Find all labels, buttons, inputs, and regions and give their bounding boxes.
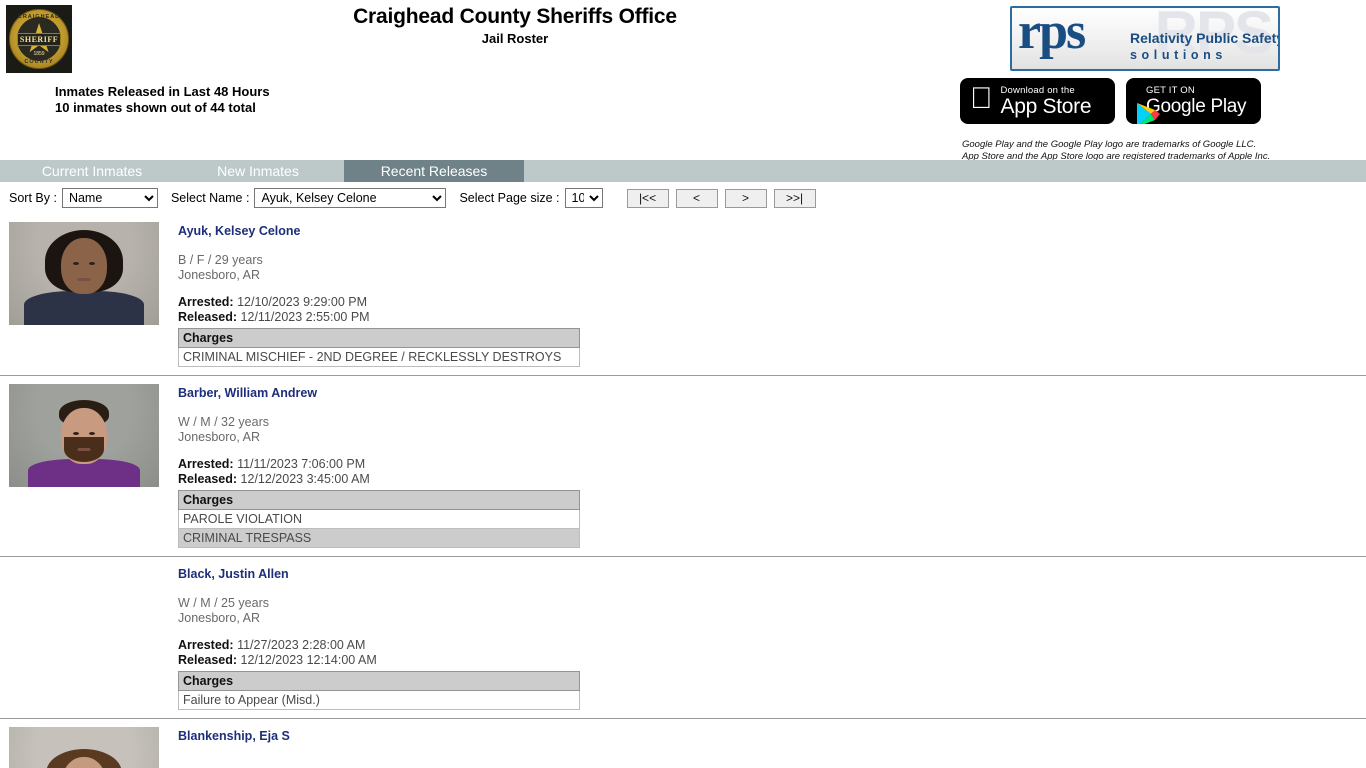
inmate-details: Black, Justin Allen W / M / 25 years Jones… (170, 565, 1366, 710)
sort-by-select[interactable]: Name (61, 188, 158, 208)
inmate-roster-list: Ayuk, Kelsey Celone B / F / 29 years Jones… (0, 214, 1366, 768)
trademark-notice: Google Play and the Google Play logo are… (962, 139, 1270, 162)
badge-center-text: SHERIFF (16, 32, 62, 46)
first-page-button[interactable]: |<< (626, 188, 669, 208)
roster-controls: Sort By : Name Select Name : Ayuk, Kelse… (0, 182, 1366, 214)
inmate-mugshot-placeholder (9, 565, 159, 668)
sort-by-label: Sort By : (9, 191, 57, 205)
arrested-value: 12/10/2023 9:29:00 PM (237, 295, 368, 309)
charge-row: Failure to Appear (Misd.) (178, 690, 580, 710)
select-name-label: Select Name : (170, 191, 250, 205)
roster-summary: Inmates Released in Last 48 Hours 10 inm… (55, 84, 270, 116)
tab-new-inmates[interactable]: New Inmates (178, 160, 338, 182)
charges-column-header: Charges (178, 328, 580, 348)
inmate-photo-cell (0, 565, 170, 710)
charge-description: CRIMINAL TRESPASS (178, 528, 580, 548)
inmate-mugshot[interactable] (9, 222, 159, 325)
arrested-label: Arrested: (178, 638, 234, 652)
tab-recent-releases[interactable]: Recent Releases (344, 160, 524, 182)
inmate-record: Black, Justin Allen W / M / 25 years Jones… (0, 557, 1366, 719)
select-name-select[interactable]: Ayuk, Kelsey Celone (254, 188, 447, 208)
inmate-details: Barber, William Andrew W / M / 32 years Jo… (170, 384, 1366, 548)
inmate-city: Jonesboro, AR (178, 268, 260, 282)
released-value: 12/12/2023 12:14:00 AM (240, 652, 377, 667)
summary-line-1: Inmates Released in Last 48 Hours (55, 84, 270, 99)
inmate-name-link[interactable]: Black, Justin Allen (178, 567, 289, 581)
rps-wordmark: rps (1018, 6, 1086, 60)
inmate-city: Jonesboro, AR (178, 430, 260, 444)
inmate-details: Ayuk, Kelsey Celone B / F / 29 years Jones… (170, 222, 1366, 367)
charge-row: PAROLE VIOLATION (178, 509, 580, 529)
charges-column-header: Charges (178, 490, 580, 510)
google-play-small-label: GET IT ON (1146, 85, 1195, 96)
page-subtitle: Jail Roster (481, 31, 549, 46)
inmate-photo-cell (0, 727, 170, 768)
inmate-photo-cell (0, 222, 170, 367)
prev-page-button[interactable]: < (675, 188, 718, 208)
inmate-record: Barber, William Andrew W / M / 32 years Jo… (0, 376, 1366, 557)
summary-line-2: 10 inmates shown out of 44 total (55, 100, 256, 115)
arrested-label: Arrested: (178, 295, 234, 309)
inmate-dates: Arrested: 11/27/2023 2:28:00 AM Released:… (178, 638, 1366, 667)
app-store-large-label: App Store (978, 94, 1092, 118)
released-label: Released: (178, 652, 238, 667)
inmate-name-link[interactable]: Barber, William Andrew (178, 386, 317, 400)
page-header: CRAIGHEAD COUNTY ★ SHERIFF 1859 Craighea… (0, 0, 1366, 162)
rps-tagline-1: Relativity Public Safety (1130, 30, 1280, 46)
inmate-record: Blankenship, Eja S (0, 719, 1366, 768)
charge-row: CRIMINAL MISCHIEF - 2ND DEGREE / RECKLES… (178, 347, 580, 367)
released-label: Released: (178, 471, 238, 486)
last-page-button[interactable]: >>| (773, 188, 816, 208)
app-store-button[interactable]:  Download on the App Store (960, 78, 1115, 124)
tab-bar: Current Inmates New Inmates Recent Relea… (0, 160, 1366, 182)
inmate-mugshot[interactable] (9, 727, 159, 768)
inmate-photo-cell (0, 384, 170, 548)
inmate-dates: Arrested: 11/11/2023 7:06:00 PM Released:… (178, 457, 1366, 486)
inmate-dates: Arrested: 12/10/2023 9:29:00 PM Released:… (178, 295, 1366, 324)
inmate-mugshot[interactable] (9, 384, 159, 487)
released-value: 12/12/2023 3:45:00 AM (240, 471, 370, 486)
arrested-value: 11/11/2023 7:06:00 PM (237, 457, 366, 471)
charges-table: Charges CRIMINAL MISCHIEF - 2ND DEGREE / … (178, 328, 580, 367)
rps-logo[interactable]: RPS rps Relativity Public Safety solutio… (1010, 6, 1280, 71)
charge-description: Failure to Appear (Misd.) (178, 690, 580, 710)
page-size-select[interactable]: 10 (564, 188, 603, 208)
badge-year: 1859 (33, 51, 45, 57)
rps-tagline-2: solutions (1130, 48, 1227, 62)
tab-current-inmates[interactable]: Current Inmates (12, 160, 172, 182)
next-page-button[interactable]: > (724, 188, 767, 208)
arrested-value: 11/27/2023 2:28:00 AM (237, 638, 366, 652)
inmate-demographics: B / F / 29 years Jonesboro, AR (178, 253, 263, 282)
inmate-demographics: W / M / 32 years Jonesboro, AR (178, 415, 269, 444)
apple-icon:  (970, 84, 993, 114)
page-size-label: Select Page size : (459, 191, 560, 205)
inmate-record: Ayuk, Kelsey Celone B / F / 29 years Jones… (0, 214, 1366, 376)
released-label: Released: (178, 309, 238, 324)
charges-table: Charges Failure to Appear (Misd.) (178, 671, 580, 710)
inmate-details: Blankenship, Eja S (170, 727, 1366, 768)
charge-description: CRIMINAL MISCHIEF - 2ND DEGREE / RECKLES… (178, 347, 580, 367)
released-value: 12/11/2023 2:55:00 PM (240, 309, 370, 324)
inmate-city: Jonesboro, AR (178, 611, 260, 625)
charges-table: Charges PAROLE VIOLATION CRIMINAL TRESPASS (178, 490, 580, 548)
charges-column-header: Charges (178, 671, 580, 691)
arrested-label: Arrested: (178, 457, 234, 471)
title-block: Craighead County Sheriffs Office Jail Ro… (0, 4, 1030, 47)
trademark-line-1: Google Play and the Google Play logo are… (962, 139, 1257, 150)
charge-row: CRIMINAL TRESPASS (178, 528, 580, 548)
google-play-large-label: Google Play (1146, 96, 1247, 117)
inmate-demographics: W / M / 25 years Jonesboro, AR (178, 596, 269, 625)
google-play-button[interactable]: GET IT ON Google Play (1126, 78, 1261, 124)
page-title: Craighead County Sheriffs Office (353, 5, 677, 28)
inmate-name-link[interactable]: Blankenship, Eja S (178, 729, 290, 743)
charge-description: PAROLE VIOLATION (178, 509, 580, 529)
app-store-small-label: Download on the (978, 84, 1075, 96)
inmate-name-link[interactable]: Ayuk, Kelsey Celone (178, 224, 301, 238)
